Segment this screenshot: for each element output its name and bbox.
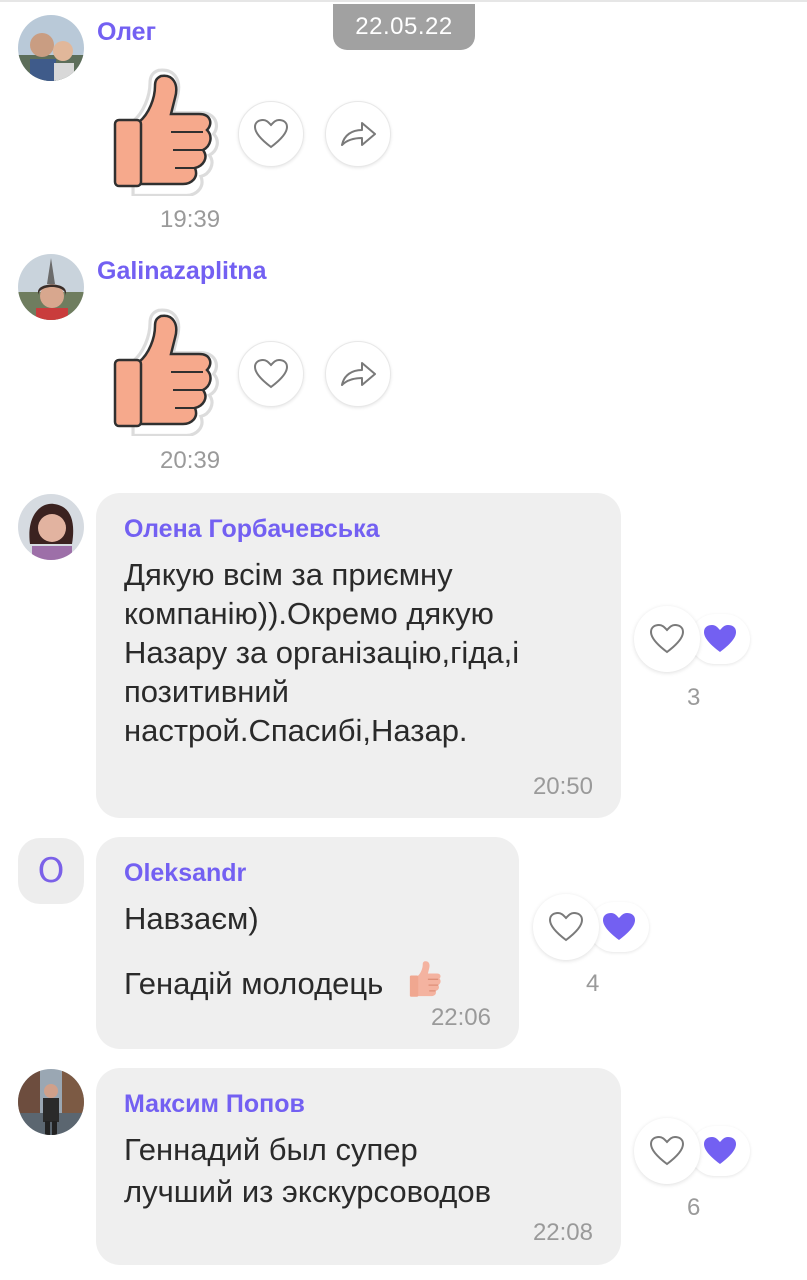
avatar-photo [18,254,84,320]
message-time: 20:50 [532,773,593,800]
heart-outline-icon [548,911,584,942]
message-text-line: Дякую всім за приємну [124,557,453,592]
date-chip: 22.05.22 [333,4,475,50]
sender-name[interactable]: Galinazaplitna [97,257,266,286]
like-button[interactable] [533,894,599,960]
share-button[interactable] [325,101,391,167]
reactions[interactable] [634,606,774,676]
heart-outline-icon [253,358,289,389]
avatar-photo [18,494,84,560]
sender-name[interactable]: Oleksandr [124,859,246,888]
avatar-galinazaplitna[interactable] [18,254,84,320]
message-text-line: позитивний [124,674,289,709]
message-time: 22:08 [532,1219,593,1246]
thumbs-up-sticker[interactable] [103,306,221,438]
thumbs-up-icon [113,68,219,198]
heart-filled-icon [704,625,736,652]
like-button[interactable] [634,1118,700,1184]
message-time: 19:39 [160,206,221,233]
sender-name[interactable]: Олег [97,18,156,47]
like-button[interactable] [634,606,700,672]
message-text-line: Навзаєм) [124,901,259,936]
message-text-line: настрой.Спасибі,Назар. [124,713,468,748]
reactions[interactable] [533,894,673,964]
like-button[interactable] [238,341,304,407]
avatar-photo [18,15,84,81]
thumbs-up-icon [113,308,219,438]
thumbs-up-emoji-icon [409,961,441,997]
message-text-line: компанію)).Окремо дякую [124,596,494,631]
share-arrow-icon [341,362,376,386]
message-text-line: Генадій молодець [124,956,444,1003]
message-text-line: Назару за організацію,гіда,і [124,635,520,670]
avatar-letter: O [37,851,65,891]
heart-outline-icon [253,118,289,149]
avatar-oleksandr[interactable]: O [18,838,84,904]
like-count[interactable]: 6 [687,1194,700,1222]
like-count[interactable]: 4 [586,970,599,998]
message-time: 20:39 [160,447,221,474]
message-text-line: Геннадий был супер [124,1132,418,1167]
message-time: 22:06 [430,1004,491,1031]
like-count[interactable]: 3 [687,684,700,712]
heart-outline-icon [649,623,685,654]
share-button[interactable] [325,341,391,407]
sender-name[interactable]: Максим Попов [124,1090,305,1119]
heart-filled-icon [704,1137,736,1164]
like-button[interactable] [238,101,304,167]
message-text-line: лучший из экскурсоводов [124,1174,492,1209]
avatar-olena[interactable] [18,494,84,560]
thumbs-up-sticker[interactable] [103,66,221,198]
share-arrow-icon [341,122,376,146]
avatar-photo [18,1069,84,1135]
heart-filled-icon [603,913,635,940]
message-bubble[interactable]: Олена Горбачевська Дякую всім за приємну… [96,493,621,818]
sender-name[interactable]: Олена Горбачевська [124,515,380,544]
reactions[interactable] [634,1118,774,1188]
message-bubble[interactable]: Максим Попов Геннадий был супер лучший и… [96,1068,621,1265]
heart-outline-icon [649,1135,685,1166]
avatar-oleg[interactable] [18,15,84,81]
message-bubble[interactable]: Oleksandr Навзаєм) Генадій молодець 22:0… [96,837,519,1049]
avatar-maksym[interactable] [18,1069,84,1135]
